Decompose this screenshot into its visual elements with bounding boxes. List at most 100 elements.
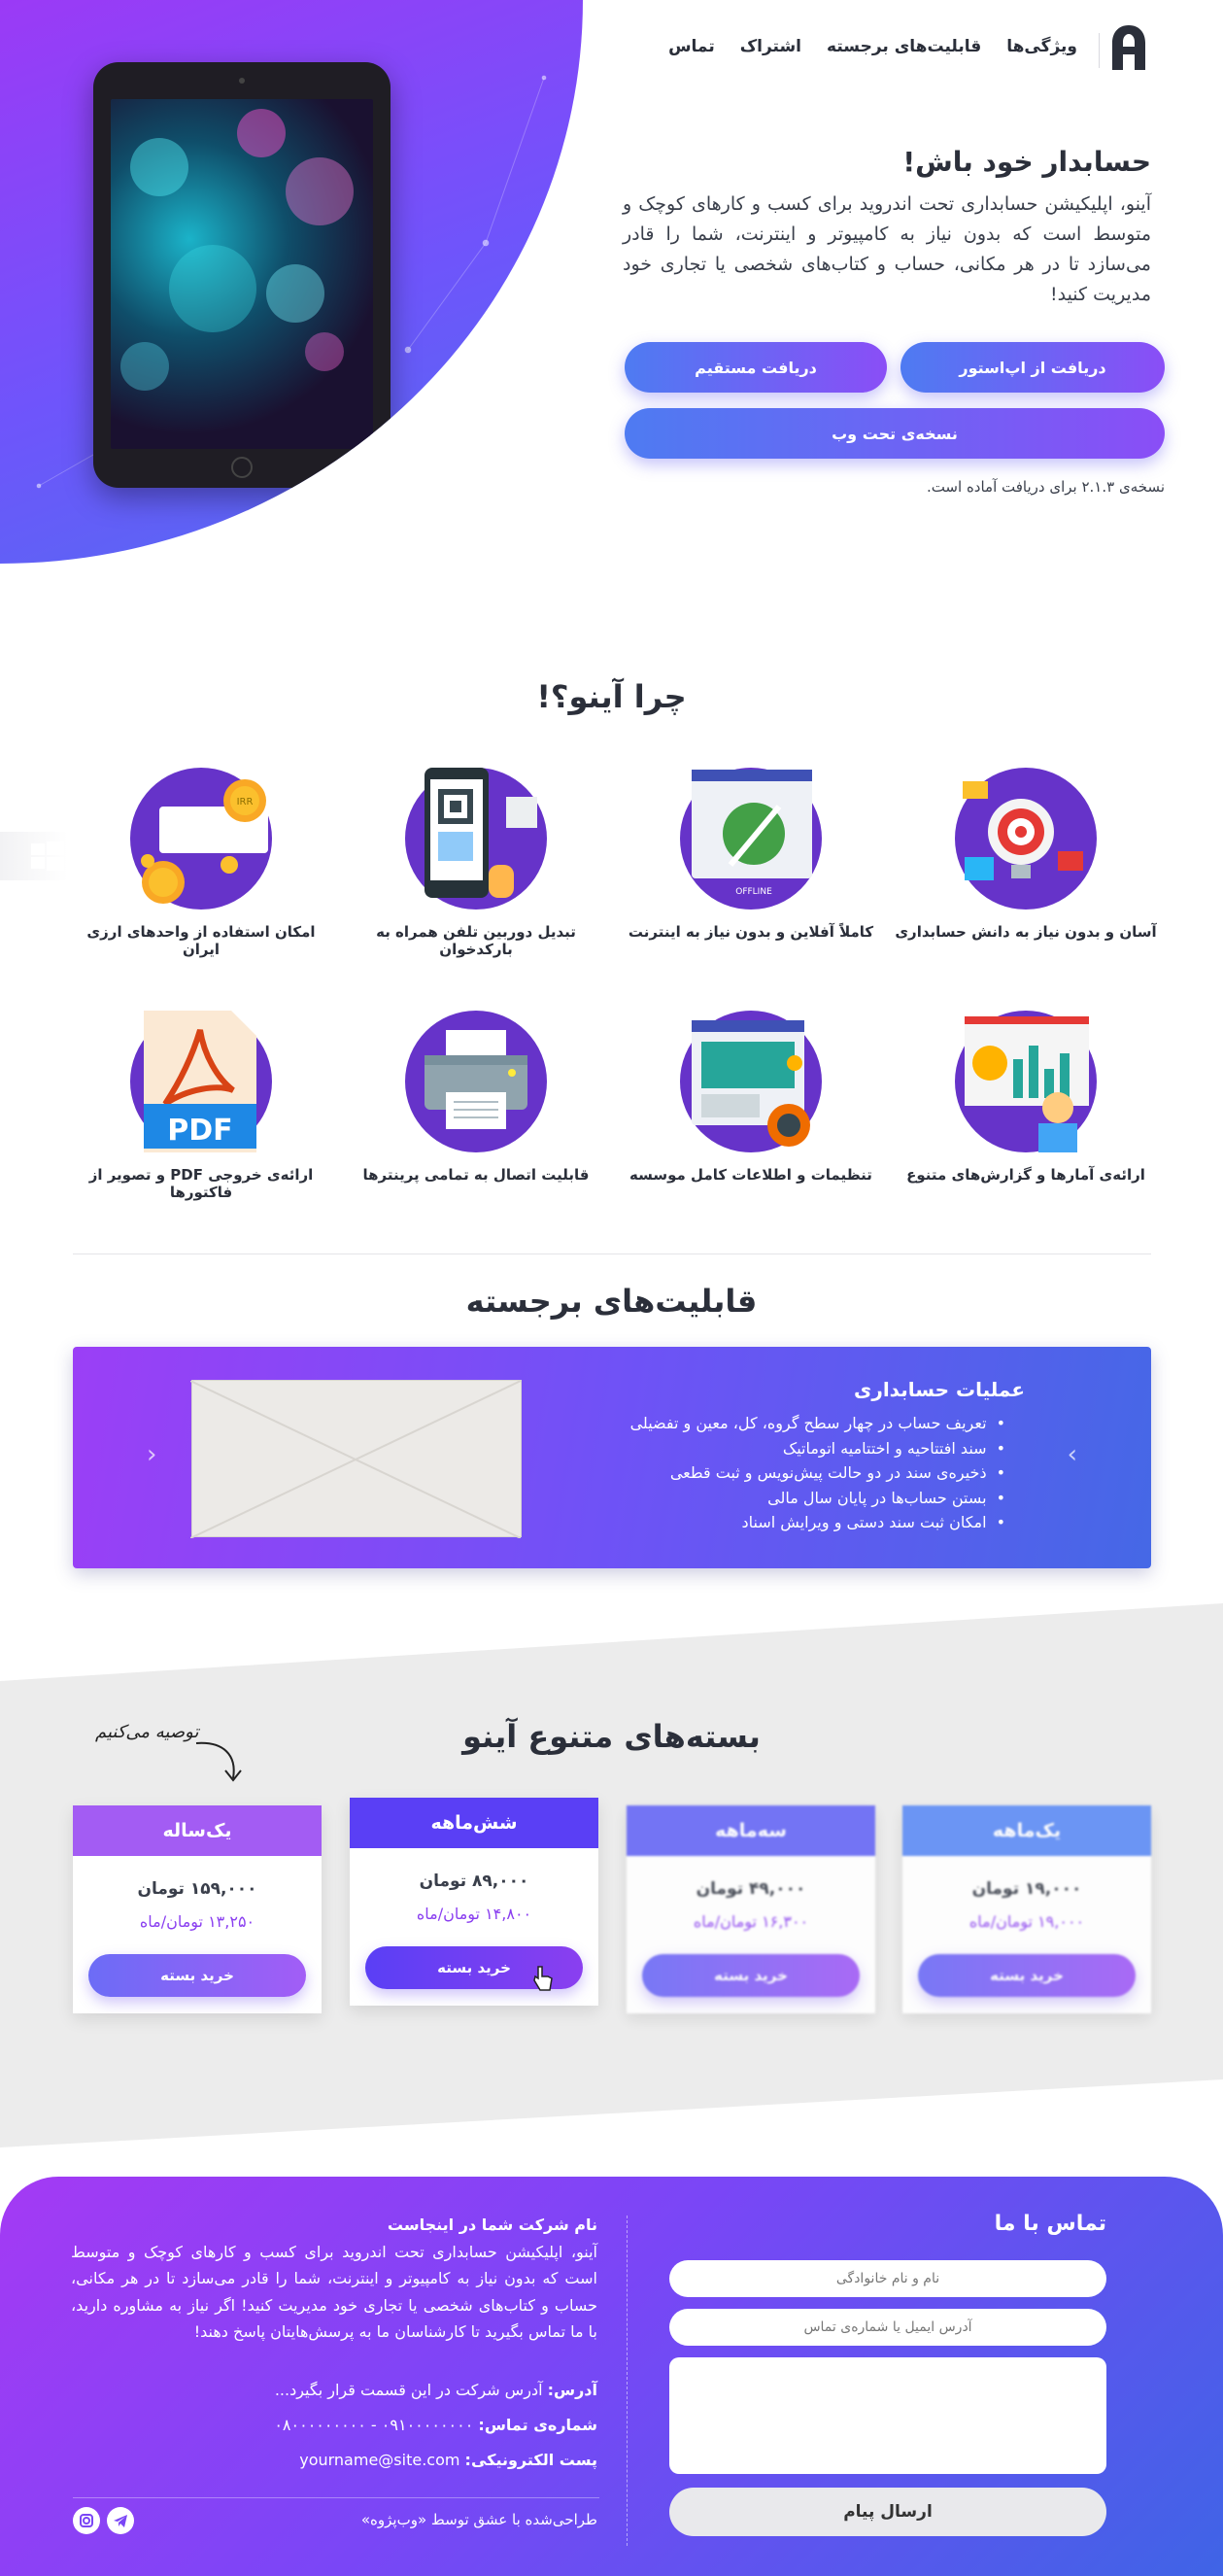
slide-feature-list: تعریف حساب در چهار سطح گروه، کل، معین و … [630, 1411, 1005, 1535]
plan-card-featured: شش‌ماهه ۸۹,۰۰۰ تومان ۱۴,۸۰۰ تومان/ماه خر… [350, 1798, 598, 2006]
feature-label: تبدیل دوربین تلفن همراه به بارکدخوان [376, 923, 576, 958]
plan-card: یک‌ساله ۱۵۹,۰۰۰ تومان ۱۳,۲۵۰ تومان/ماه خ… [73, 1805, 322, 2013]
address-row: آدرس: آدرس شرکت در این قسمت قرار بگیرد..… [71, 2381, 597, 2399]
hand-cursor-icon [533, 1966, 553, 1991]
feature-item: PDF ارائه‌ی خروجی PDF و تصویر از فاکتوره… [70, 1011, 332, 1201]
pdf-icon: PDF [130, 1011, 272, 1152]
feature-label: ارائه‌ی خروجی PDF و تصویر از فاکتورها [88, 1166, 314, 1201]
buy-plan-button[interactable]: خرید بسته [88, 1954, 306, 1997]
nav-item-features[interactable]: ویژگی‌ها [1006, 37, 1077, 56]
feature-label: کاملاً آفلاین و بدون نیاز به اینترنت [628, 923, 874, 941]
footer-divider [73, 2497, 599, 2498]
name-input[interactable]: نام و نام خانوادگی [669, 2260, 1106, 2297]
carousel-next-icon[interactable]: › [1068, 1440, 1077, 1469]
appstore-download-button[interactable]: دریافت از اپ‌استور [900, 342, 1165, 393]
list-item: تعریف حساب در چهار سطح گروه، کل، معین و … [630, 1411, 1005, 1436]
list-item: سند افتتاحیه و اختتامیه اتوماتیک [630, 1436, 1005, 1461]
feature-item: ارائه‌ی آمارها و گزارش‌های متنوع [895, 1011, 1157, 1184]
phone-value: ۰۹۱۰۰۰۰۰۰۰۰ - ۰۸۰۰۰۰۰۰۰۰۰ [274, 2416, 474, 2434]
curved-arrow-icon [195, 1741, 242, 1782]
plan-monthly: ۱۴,۸۰۰ تومان/ماه [416, 1905, 532, 1923]
main-nav: ویژگی‌ها قابلیت‌های برجسته اشتراک تماس [668, 37, 1077, 56]
qr-scanner-icon [405, 768, 547, 910]
feature-label: تنظیمات و اطلاعات کامل موسسه [629, 1166, 872, 1184]
plan-name: سه‌ماهه [627, 1805, 875, 1856]
phone-label: شماره‌ی تماس: [478, 2416, 597, 2434]
nav-item-contact[interactable]: تماس [668, 37, 715, 56]
phone-row: شماره‌ی تماس: ۰۹۱۰۰۰۰۰۰۰۰ - ۰۸۰۰۰۰۰۰۰۰۰ [71, 2416, 597, 2434]
tablet-screen [111, 99, 373, 449]
why-title: چرا آینو؟! [536, 678, 687, 715]
instagram-icon[interactable] [73, 2507, 100, 2534]
company-info: نام شرکت شما در اینجاست آینو، اپلیکیشن ح… [71, 2212, 597, 2346]
plan-price: ۸۹,۰۰۰ تومان [419, 1872, 529, 1891]
settings-gear-icon [680, 1011, 822, 1152]
feature-item: تبدیل دوربین تلفن همراه به بارکدخوان [345, 768, 607, 958]
footer-separator [627, 2215, 628, 2546]
feature-label: ارائه‌ی آمارها و گزارش‌های متنوع [906, 1166, 1145, 1184]
hero-title: حسابدار خود باش! [902, 146, 1151, 178]
send-message-button[interactable]: ارسال پیام [669, 2488, 1106, 2536]
telegram-icon[interactable] [107, 2507, 134, 2534]
svg-text:PDF: PDF [167, 1114, 232, 1148]
plan-price: ۱۵۹,۰۰۰ تومان [137, 1879, 257, 1899]
highlights-title: قابلیت‌های برجسته [465, 1283, 758, 1320]
tablet-camera [239, 78, 245, 84]
feature-item: تنظیمات و اطلاعات کامل موسسه [620, 1011, 882, 1184]
company-title: نام شرکت شما در اینجاست [387, 2215, 597, 2234]
plan-name: یک‌ماهه [902, 1805, 1151, 1856]
report-chart-icon [955, 1011, 1097, 1152]
feature-label: آسان و بدون نیاز به دانش حسابداری [895, 923, 1157, 941]
target-bulb-icon [955, 768, 1097, 910]
email-row: پست الکترونیکی: yourname@site.com [71, 2451, 597, 2469]
plan-name: شش‌ماهه [350, 1798, 598, 1848]
printer-icon [405, 1011, 547, 1152]
recommend-note: توصیه می‌کنیم [95, 1722, 199, 1742]
windows-side-tab[interactable] [0, 832, 68, 880]
slide-title: عملیات حسابداری [853, 1378, 1025, 1401]
offline-globe-icon: OFFLINE [680, 768, 822, 910]
email-input[interactable]: آدرس ایمیل یا شماره‌ی تماس [669, 2309, 1106, 2346]
address-label: آدرس: [547, 2381, 597, 2399]
feature-item: IRR امکان استفاده از واحدهای ارزی ایران [70, 768, 332, 958]
plan-price: ۴۹,۰۰۰ تومان [696, 1879, 806, 1899]
feature-item: قابلیت اتصال به تمامی پرینترها [345, 1011, 607, 1184]
message-textarea[interactable] [669, 2357, 1106, 2474]
version-note: نسخه‌ی ۲.۱.۳ برای دریافت آماده است. [926, 478, 1165, 496]
irr-coins-icon: IRR [130, 768, 272, 910]
design-credit: طراحی‌شده با عشق توسط «وب‌پژوه» [360, 2511, 597, 2528]
windows-icon [31, 841, 64, 871]
tablet-mockup [93, 62, 391, 488]
feature-label: قابلیت اتصال به تمامی پرینترها [362, 1166, 590, 1184]
list-item: ذخیره‌ی سند در دو حالت پیش‌نویس و ثبت قط… [630, 1460, 1005, 1486]
carousel-prev-icon[interactable]: ‹ [147, 1440, 156, 1469]
hero-description: آینو، اپلیکیشن حسابداری تحت اندروید برای… [623, 193, 1151, 305]
direct-download-button[interactable]: دریافت مستقیم [625, 342, 887, 393]
plan-monthly: ۱۳,۲۵۰ تومان/ماه [139, 1912, 255, 1931]
plan-card: سه‌ماهه ۴۹,۰۰۰ تومان ۱۶,۳۰۰ تومان/ماه خر… [627, 1805, 875, 2013]
plan-card: یک‌ماهه ۱۹,۰۰۰ تومان ۱۹,۰۰۰ تومان/ماه خر… [902, 1805, 1151, 2013]
nav-item-subscription[interactable]: اشتراک [740, 37, 801, 56]
slide-image-placeholder [189, 1380, 522, 1539]
nav-separator [1099, 33, 1100, 68]
highlights-carousel: عملیات حسابداری تعریف حساب در چهار سطح گ… [73, 1347, 1151, 1568]
plan-monthly: ۱۹,۰۰۰ تومان/ماه [968, 1912, 1085, 1931]
feature-item: آسان و بدون نیاز به دانش حسابداری [895, 768, 1157, 941]
email-value[interactable]: yourname@site.com [299, 2451, 459, 2469]
feature-label: امکان استفاده از واحدهای ارزی ایران [86, 923, 316, 958]
address-value: آدرس شرکت در این قسمت قرار بگیرد... [274, 2381, 543, 2399]
list-item: بستن حساب‌ها در پایان سال مالی [630, 1486, 1005, 1511]
nav-item-highlights[interactable]: قابلیت‌های برجسته [827, 37, 981, 56]
aino-logo-icon[interactable] [1112, 25, 1145, 70]
svg-text:OFFLINE: OFFLINE [735, 887, 772, 897]
hero-background [0, 0, 583, 564]
feature-item: OFFLINE کاملاً آفلاین و بدون نیاز به این… [620, 768, 882, 941]
contact-title: تماس با ما [994, 2212, 1106, 2236]
plan-monthly: ۱۶,۳۰۰ تومان/ماه [693, 1912, 809, 1931]
list-item: امکان ثبت سند دستی و ویرایش اسناد [630, 1510, 1005, 1535]
buy-plan-button[interactable]: خرید بسته [642, 1954, 860, 1997]
web-version-button[interactable]: نسخه‌ی تحت وب [625, 408, 1165, 459]
company-description: آینو، اپلیکیشن حسابداری تحت اندروید برای… [71, 2242, 597, 2342]
buy-plan-button[interactable]: خرید بسته [918, 1954, 1136, 1997]
plan-price: ۱۹,۰۰۰ تومان [971, 1879, 1082, 1899]
